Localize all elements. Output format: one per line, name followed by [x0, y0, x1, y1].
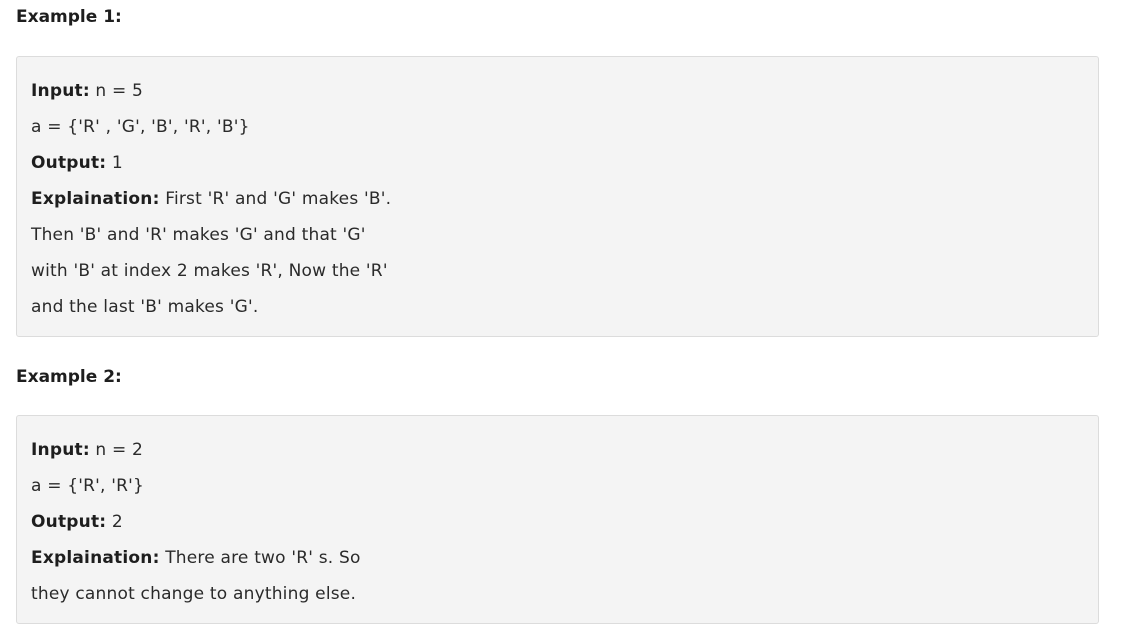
example-2-box: Input: n = 2 a = {'R', 'R'} Output: 2 Ex…	[16, 415, 1099, 624]
example-2-heading: Example 2:	[16, 367, 122, 387]
explanation-text: First 'R' and 'G' makes 'B'.	[159, 189, 392, 209]
example-1-box: Input: n = 5 a = {'R' , 'G', 'B', 'R', '…	[16, 56, 1099, 337]
example-2-output-line: Output: 2	[31, 504, 1084, 540]
explanation-text: with 'B' at index 2 makes 'R', Now the '…	[31, 261, 388, 281]
example-1-input-line: Input: n = 5	[31, 73, 1084, 109]
explanation-text: Then 'B' and 'R' makes 'G' and that 'G'	[31, 225, 366, 245]
example-1-output-line: Output: 1	[31, 145, 1084, 181]
example-2-array-line: a = {'R', 'R'}	[31, 476, 145, 496]
explanation-label: Explaination:	[31, 189, 160, 209]
example-1-array-line: a = {'R' , 'G', 'B', 'R', 'B'}	[31, 117, 250, 137]
input-value: n = 5	[89, 81, 144, 101]
input-label: Input:	[31, 440, 90, 460]
example-2-input-line: Input: n = 2	[31, 432, 1084, 468]
explanation-text: and the last 'B' makes 'G'.	[31, 297, 259, 317]
output-label: Output:	[31, 512, 107, 532]
explanation-text: they cannot change to anything else.	[31, 584, 357, 604]
input-value: n = 2	[89, 440, 144, 460]
output-value: 2	[106, 512, 123, 532]
explanation-text: There are two 'R' s. So	[159, 548, 361, 568]
input-label: Input:	[31, 81, 90, 101]
explanation-label: Explaination:	[31, 548, 160, 568]
example-2-explanation-line: Explaination: There are two 'R' s. So	[31, 540, 1084, 576]
example-1-explanation-line: Explaination: First 'R' and 'G' makes 'B…	[31, 181, 1084, 217]
output-value: 1	[106, 153, 123, 173]
example-1-heading: Example 1:	[16, 7, 122, 27]
output-label: Output:	[31, 153, 107, 173]
